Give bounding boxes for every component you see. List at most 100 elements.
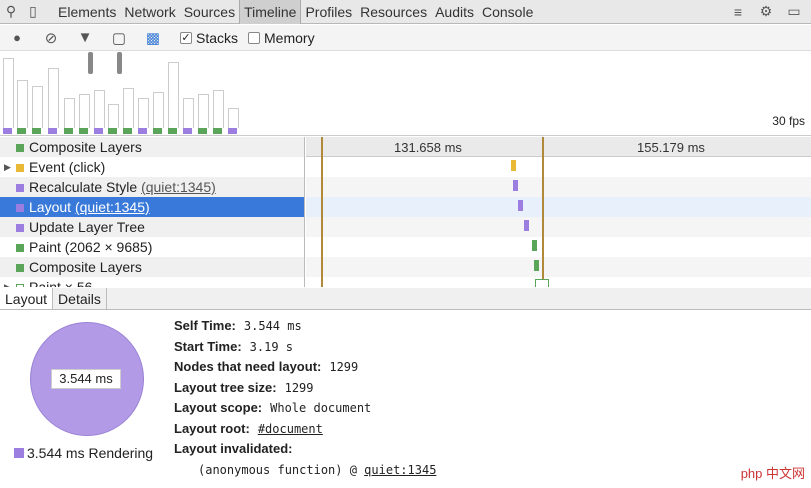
tab-network[interactable]: Network (120, 0, 179, 24)
timeline-record[interactable]: Composite Layers (0, 137, 304, 157)
fps-label: 30 fps (772, 114, 805, 128)
layout-bar[interactable] (518, 200, 523, 211)
details-tab-layout[interactable]: Layout (0, 288, 54, 309)
tab-sources[interactable]: Sources (180, 0, 239, 24)
paint-bar[interactable] (532, 240, 537, 251)
garbage-collect-icon[interactable]: ▢ (102, 25, 136, 51)
timeline-record[interactable]: Composite Layers (0, 257, 304, 277)
overview-right-handle[interactable] (117, 52, 122, 74)
search-icon[interactable]: ⚲ (0, 1, 22, 23)
frame-category-strip (198, 128, 207, 134)
tab-timeline[interactable]: Timeline (239, 0, 302, 24)
tab-resources[interactable]: Resources (356, 0, 431, 24)
filter-icon[interactable]: ▼ (68, 25, 102, 51)
frame-category-strip (138, 128, 147, 134)
frame-bar[interactable] (153, 92, 164, 128)
memory-checkbox[interactable]: Memory (248, 30, 315, 46)
frame-category-strip (153, 128, 162, 134)
frame-bar[interactable] (64, 98, 75, 128)
frame-bar[interactable] (168, 62, 179, 128)
frame-bar[interactable] (108, 104, 119, 128)
frame-category-strip (48, 128, 57, 134)
ruler-marker-2: 155.179 ms (637, 140, 705, 155)
pie-label: 3.544 ms (51, 369, 121, 389)
scope-value: Whole document (270, 401, 372, 415)
frame-category-strip (94, 128, 103, 134)
invalidated-row: Layout invalidated: (174, 439, 436, 460)
record-source-link[interactable]: (quiet:1345) (141, 179, 216, 195)
self-time-label: Self Time: (174, 318, 236, 333)
show-drawer-icon[interactable]: ≡ (727, 1, 749, 23)
tab-console[interactable]: Console (478, 0, 537, 24)
gear-icon[interactable]: ⚙ (755, 1, 777, 23)
expand-arrow-icon[interactable]: ▶ (4, 277, 11, 287)
record-source-link[interactable]: (quiet:1345) (75, 199, 150, 215)
record-color-swatch (16, 204, 24, 212)
frame-bar[interactable] (79, 94, 90, 128)
tab-elements[interactable]: Elements (54, 0, 120, 24)
self-time-row: Self Time: 3.544 ms (174, 316, 436, 337)
clear-icon[interactable]: ⊘ (34, 25, 68, 51)
recalc-style-bar[interactable] (513, 180, 518, 191)
lane (306, 217, 811, 237)
timeline-record[interactable]: ▶ Paint × 56 (0, 277, 304, 287)
frame-category-strip (168, 128, 177, 134)
frame-bar[interactable] (123, 88, 134, 128)
timeline-record[interactable]: ▶ Event (click) (0, 157, 304, 177)
frame-bar[interactable] (3, 58, 14, 128)
panel-tabs: Elements Network Sources Timeline Profil… (54, 0, 537, 24)
record-label: Composite Layers (29, 139, 142, 155)
devtools-tabbar: ⚲ ▯ Elements Network Sources Timeline Pr… (0, 0, 811, 24)
record-color-swatch (16, 284, 24, 287)
root-link[interactable]: #document (258, 422, 323, 436)
pie-legend-text: 3.544 ms Rendering (27, 445, 154, 461)
frame-bar[interactable] (138, 98, 149, 128)
start-time-value: 3.19 s (249, 339, 294, 354)
timeline-record[interactable]: Layout (quiet:1345) (0, 197, 304, 217)
stacks-check-box[interactable]: ✓ (180, 31, 192, 44)
update-layer-tree-bar[interactable] (524, 220, 529, 231)
timeline-record[interactable]: Recalculate Style (quiet:1345) (0, 177, 304, 197)
memory-label: Memory (264, 29, 315, 46)
timeline-record[interactable]: Update Layer Tree (0, 217, 304, 237)
record-color-swatch (16, 264, 24, 272)
lane (306, 237, 811, 257)
record-label: Paint × 56 (29, 279, 93, 287)
frame-bar[interactable] (17, 80, 28, 128)
memory-check-box[interactable] (248, 31, 261, 44)
tab-profiles[interactable]: Profiles (301, 0, 356, 24)
composite-layers-bar[interactable] (534, 260, 539, 271)
layout-details: Self Time: 3.544 ms Start Time: 3.19 s Nod… (174, 316, 436, 480)
frame-category-strip (183, 128, 192, 134)
timeline-graph[interactable]: 131.658 ms 155.179 ms (306, 137, 811, 287)
event-click-bar[interactable] (511, 160, 516, 171)
lane (306, 257, 811, 277)
details-tab-details[interactable]: Details (53, 288, 107, 309)
frame-bar[interactable] (198, 94, 209, 128)
frame-bar[interactable] (32, 86, 43, 128)
record-color-swatch (16, 184, 24, 192)
overview-left-handle[interactable] (88, 52, 93, 74)
record-icon[interactable]: ● (0, 25, 34, 51)
php-logo: php 中文网 (740, 466, 805, 481)
frames-overview[interactable]: 30 fps (0, 52, 811, 136)
tab-audits[interactable]: Audits (431, 0, 478, 24)
record-color-swatch (16, 164, 24, 172)
stacks-checkbox[interactable]: ✓ Stacks (180, 30, 238, 46)
tabbar-right-controls: ≡ ⚙ ▭ (727, 1, 811, 23)
device-mode-icon[interactable]: ▯ (22, 1, 44, 23)
frames-view-icon[interactable]: ▩ (136, 25, 170, 51)
invalidated-link[interactable]: quiet:1345 (364, 463, 436, 477)
details-tabs: Layout Details (0, 288, 811, 310)
expand-arrow-icon[interactable]: ▶ (4, 157, 11, 177)
frame-bar[interactable] (94, 90, 105, 128)
frame-category-strip (32, 128, 41, 134)
frame-bar[interactable] (213, 90, 224, 128)
frame-bar[interactable] (228, 108, 239, 128)
frame-bar[interactable] (48, 68, 59, 128)
record-label: Layout (29, 199, 75, 215)
timeline-record[interactable]: Paint (2062 × 9685) (0, 237, 304, 257)
dock-icon[interactable]: ▭ (783, 1, 805, 23)
paint-group-bar[interactable] (535, 279, 549, 287)
frame-bar[interactable] (183, 98, 194, 128)
